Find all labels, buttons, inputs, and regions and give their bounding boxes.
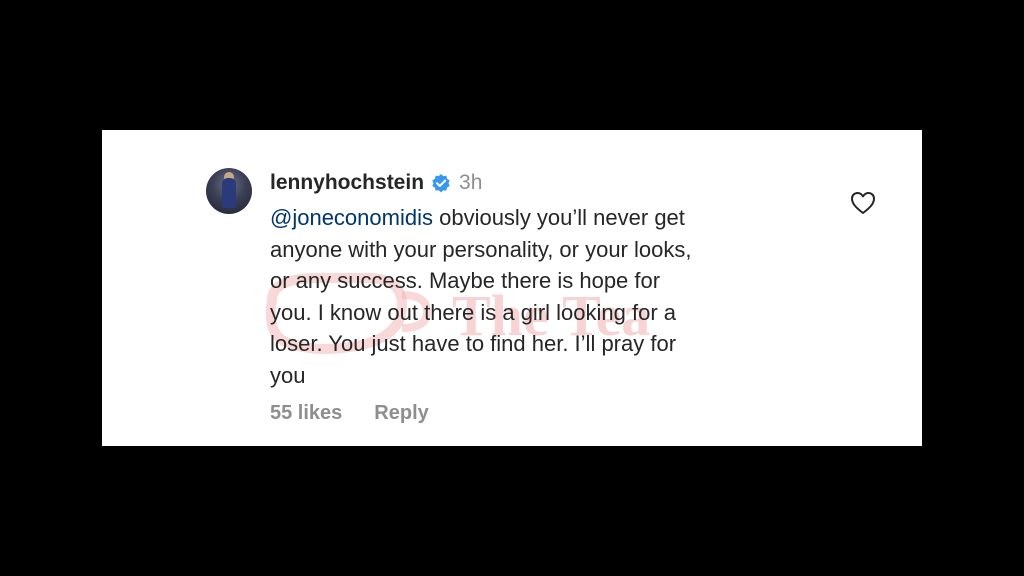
avatar[interactable] — [206, 168, 252, 214]
comment-card: lennyhochstein 3h The Tea @joneconomidis… — [102, 130, 922, 446]
verified-badge-icon — [432, 174, 450, 193]
comment-body: obviously you’ll never get anyone with y… — [270, 205, 692, 388]
likes-count[interactable]: 55 likes — [270, 402, 342, 425]
reply-button[interactable]: Reply — [374, 402, 428, 425]
mention-link[interactable]: @joneconomidis — [270, 205, 433, 230]
comment-text: @joneconomidis obviously you’ll never ge… — [270, 202, 830, 391]
heart-outline-icon[interactable] — [850, 191, 876, 215]
comment-actions: 55 likes Reply — [270, 402, 429, 425]
username[interactable]: lennyhochstein — [270, 171, 424, 195]
avatar-figure — [222, 178, 236, 208]
comment-time: 3h — [459, 171, 483, 194]
comment-header: lennyhochstein 3h — [270, 168, 482, 198]
